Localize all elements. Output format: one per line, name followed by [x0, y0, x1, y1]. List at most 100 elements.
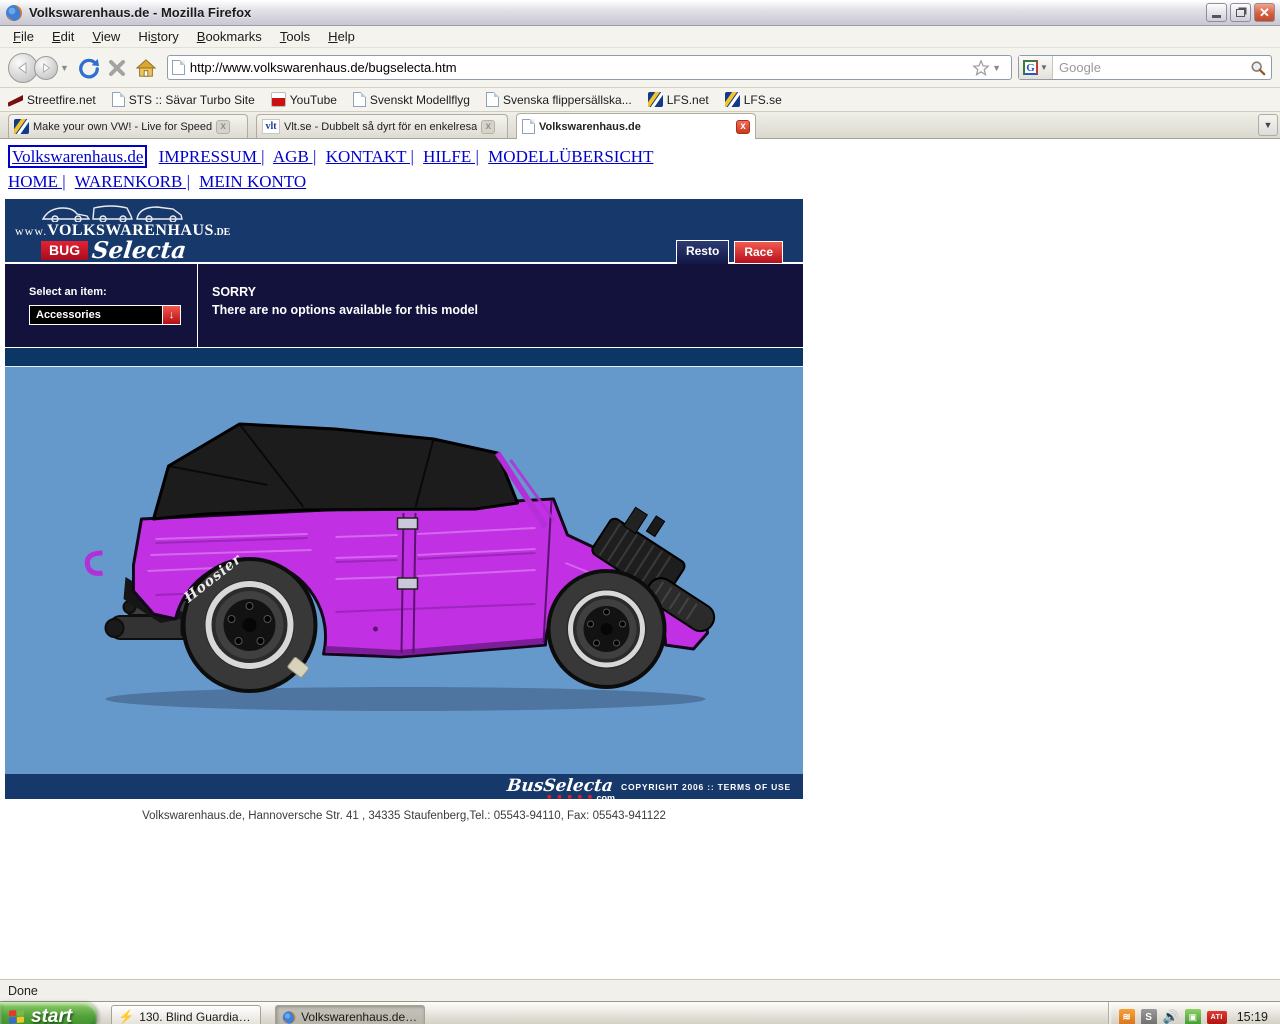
accessories-dropdown[interactable]: Accessories ↓	[29, 305, 181, 325]
busselecta-logo[interactable]: BusSelecta ■ ■ ■ ■ ■ .com	[506, 776, 615, 803]
urlbar-dropdown-icon[interactable]: ▼	[992, 63, 1001, 73]
bookmarks-toolbar: Streetfire.net STS :: Sävar Turbo Site Y…	[0, 88, 1280, 112]
close-button[interactable]: ✕	[1254, 3, 1275, 22]
site-favicon	[171, 60, 185, 75]
tab-race[interactable]: Race	[734, 241, 783, 264]
link-home[interactable]: HOME |	[8, 172, 66, 191]
status-bar: Done	[0, 979, 1280, 1001]
home-icon	[135, 58, 157, 77]
bookmark-sts[interactable]: STS :: Sävar Turbo Site	[111, 92, 255, 107]
reload-button[interactable]	[75, 54, 103, 82]
tab-bar: Make your own VW! - Live for Speed x vlt…	[0, 112, 1280, 139]
bookmark-star-icon[interactable]	[972, 58, 990, 77]
link-agb[interactable]: AGB |	[273, 147, 317, 166]
ati-icon[interactable]: ATI	[1206, 1010, 1227, 1024]
bugselecta-app: www.VOLKSWARENHAUS.DE BUG Selecta Resto …	[5, 199, 803, 803]
stop-button[interactable]	[103, 54, 131, 82]
link-mein-konto[interactable]: MEIN KONTO	[199, 172, 306, 191]
door-hinge	[396, 517, 419, 530]
search-box[interactable]: G ▼	[1018, 55, 1272, 80]
tray-s-app-icon[interactable]: S	[1140, 1009, 1157, 1024]
search-input[interactable]	[1053, 60, 1250, 75]
window-title: Volkswarenhaus.de - Mozilla Firefox	[29, 5, 252, 20]
close-icon: ✕	[1259, 4, 1270, 20]
youtube-icon	[270, 92, 286, 107]
address-line: Volkswarenhaus.de, Hannoversche Str. 41 …	[142, 810, 666, 822]
tab-close-icon[interactable]: x	[736, 119, 750, 134]
lfs-icon	[724, 92, 740, 107]
search-engine-button[interactable]: G ▼	[1019, 56, 1053, 79]
link-modelluebersicht[interactable]: MODELLÜBERSICHT	[488, 147, 653, 166]
menu-history[interactable]: History	[129, 27, 187, 46]
url-input[interactable]	[189, 60, 973, 75]
bookmark-lfs-se[interactable]: LFS.se	[724, 92, 782, 107]
tab-close-icon[interactable]: x	[481, 119, 496, 134]
taskbar-button-winamp[interactable]: ⚡ 130. Blind Guardian - ...	[111, 1004, 261, 1024]
lfs-icon	[647, 92, 663, 107]
link-kontakt[interactable]: KONTAKT |	[326, 147, 414, 166]
home-button[interactable]	[131, 54, 161, 82]
menu-file[interactable]: File	[4, 27, 43, 46]
streetfire-icon	[8, 95, 23, 107]
bookmark-youtube[interactable]: YouTube	[270, 92, 337, 107]
link-warenkorb[interactable]: WARENKORB |	[75, 172, 190, 191]
tab-vlt[interactable]: vlt Vlt.se - Dubbelt så dyrt för en enke…	[256, 114, 508, 138]
tray-green-app-icon[interactable]: ▣	[1184, 1009, 1201, 1024]
title-bar[interactable]: Volkswarenhaus.de - Mozilla Firefox ✕	[0, 0, 1280, 26]
app-footer: BusSelecta ■ ■ ■ ■ ■ .com COPYRIGHT 2006…	[5, 774, 803, 803]
tray-orange-app-icon[interactable]: ≋	[1118, 1009, 1135, 1024]
car-roof	[152, 422, 519, 521]
bookmark-streetfire[interactable]: Streetfire.net	[8, 92, 96, 107]
forward-button[interactable]	[34, 55, 58, 80]
volkswarenhaus-logo: www.VOLKSWARENHAUS.DE BUG Selecta	[15, 200, 230, 264]
tab-close-icon[interactable]: x	[216, 119, 231, 134]
minimize-button[interactable]	[1206, 3, 1227, 22]
menu-tools[interactable]: Tools	[271, 27, 319, 46]
busselecta-dotcom: ■ ■ ■ ■ ■ .com	[547, 792, 616, 803]
bug-badge: BUG	[41, 241, 89, 260]
bookmark-lfs-net[interactable]: LFS.net	[647, 92, 709, 107]
history-dropdown-icon[interactable]: ▼	[60, 63, 69, 73]
restore-button[interactable]	[1230, 3, 1251, 22]
tab-volkswarenhaus[interactable]: Volkswarenhaus.de x	[516, 113, 756, 139]
windows-flag-icon	[9, 1009, 25, 1024]
winamp-icon: ⚡	[118, 1009, 135, 1024]
engine-dropdown-icon[interactable]: ▼	[1040, 63, 1048, 72]
menu-help[interactable]: Help	[319, 27, 364, 46]
menu-bookmarks[interactable]: Bookmarks	[188, 27, 271, 46]
car-illustration: Hoosier	[84, 422, 716, 711]
tab-lfs[interactable]: Make your own VW! - Live for Speed x	[8, 114, 248, 138]
bookmark-flipper[interactable]: Svenska flippersällska...	[485, 92, 632, 107]
page-icon	[522, 119, 535, 134]
divider-strip	[5, 347, 803, 367]
sorry-body: There are no options available for this …	[212, 303, 479, 317]
taskbar-button-firefox[interactable]: Volkswarenhaus.de - ...	[275, 1004, 425, 1024]
item-selector: Select an item: Accessories ↓	[5, 264, 198, 347]
copyright-terms-link[interactable]: COPYRIGHT 2006 :: TERMS OF USE	[621, 782, 791, 792]
reload-icon	[79, 58, 100, 78]
dropdown-arrow-icon[interactable]: ↓	[162, 306, 180, 324]
link-impressum[interactable]: IMPRESSUM |	[159, 147, 265, 166]
dropdown-value: Accessories	[36, 309, 101, 321]
firefox-icon	[6, 4, 22, 21]
minimize-icon	[1212, 15, 1221, 18]
message-area: SORRY There are no options available for…	[198, 264, 803, 347]
menu-view[interactable]: View	[83, 27, 129, 46]
start-button[interactable]: start	[0, 1001, 97, 1024]
car-stage: Hoosier	[5, 367, 803, 774]
cars-silhouette-graphic	[41, 205, 183, 223]
bookmark-modellflyg[interactable]: Svenskt Modellflyg	[352, 92, 470, 107]
door-hinge	[396, 577, 419, 590]
link-volkswarenhaus[interactable]: Volkswarenhaus.de	[8, 145, 148, 168]
menu-edit[interactable]: Edit	[43, 27, 83, 46]
location-bar[interactable]: ▼	[166, 55, 1012, 80]
search-magnifier-icon[interactable]	[1250, 60, 1266, 76]
selecta-script: Selecta	[90, 237, 188, 264]
tab-resto[interactable]: Resto	[675, 240, 730, 264]
link-hilfe[interactable]: HILFE |	[423, 147, 479, 166]
volume-icon[interactable]: 🔊	[1163, 1009, 1179, 1024]
secondary-nav-links: HOME | WARENKORB | MEIN KONTO	[8, 172, 1280, 192]
front-wheel	[546, 569, 667, 689]
tab-list-dropdown[interactable]: ▼	[1258, 114, 1278, 136]
options-panel: Select an item: Accessories ↓ SORRY Ther…	[5, 264, 803, 347]
